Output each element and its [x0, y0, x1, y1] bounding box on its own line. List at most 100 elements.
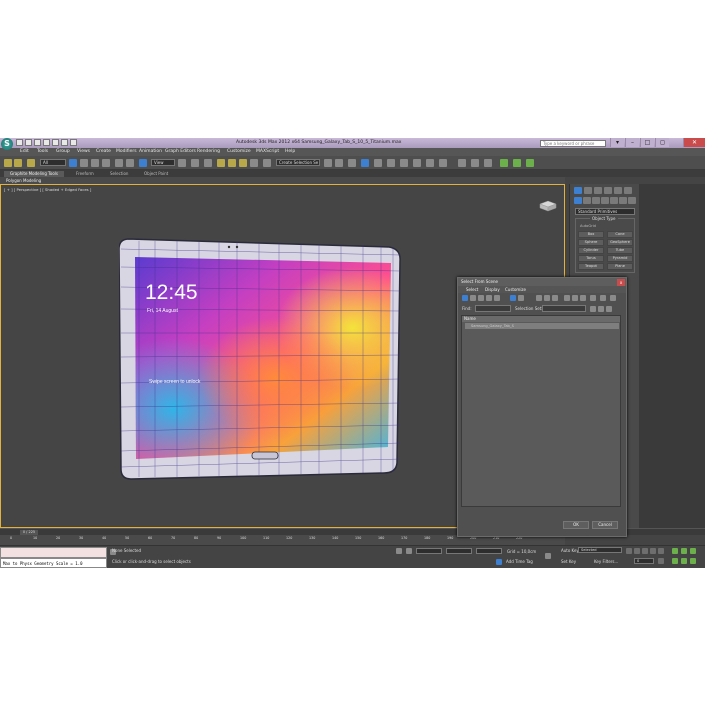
scale-icon[interactable] [139, 159, 147, 167]
tablet-model[interactable]: 12:45 Fri, 14 August Swipe screen to unl… [118, 237, 402, 480]
display-xrefs-icon[interactable] [536, 295, 542, 301]
selection-set-dropdown[interactable] [542, 305, 586, 312]
dialog-title[interactable]: Select From Scene [458, 278, 626, 286]
render-setup-icon[interactable] [413, 159, 421, 167]
set-key-button[interactable]: Set Key [561, 559, 576, 564]
menu-graph-editors[interactable]: Graph Editors [165, 149, 196, 154]
time-configuration-icon[interactable] [658, 558, 664, 564]
select-manipulate-icon[interactable] [191, 159, 199, 167]
sync-selection-icon[interactable] [590, 295, 596, 301]
maxscript-output[interactable]: Max to Physx Geometry Scale = 1.0 [0, 558, 107, 568]
z-coordinate-field[interactable] [476, 548, 502, 554]
teapot-render-icon[interactable] [458, 159, 466, 167]
delete-selection-set-icon[interactable] [606, 306, 612, 312]
select-all-icon[interactable] [564, 295, 570, 301]
display-shapes-icon[interactable] [470, 295, 476, 301]
mirror-icon[interactable] [324, 159, 332, 167]
field-of-view-icon[interactable] [672, 558, 678, 564]
menu-create[interactable]: Create [96, 149, 111, 154]
dialog-menu-display[interactable]: Display [485, 287, 500, 292]
select-none-icon[interactable] [572, 295, 578, 301]
menu-modifiers[interactable]: Modifiers [116, 149, 137, 154]
space-warps-icon[interactable] [619, 197, 627, 204]
unlink-icon[interactable] [14, 159, 22, 167]
box-button[interactable]: Box [578, 231, 604, 238]
zoom-extents-icon[interactable] [690, 548, 696, 554]
tube-button[interactable]: Tube [607, 247, 633, 254]
key-mode-dropdown[interactable]: Selected [578, 547, 622, 553]
cylinder-button[interactable]: Cylinder [578, 247, 604, 254]
options-icon[interactable] [610, 295, 616, 301]
select-link-icon[interactable] [4, 159, 12, 167]
cameras-icon[interactable] [601, 197, 609, 204]
activeshade-icon[interactable] [484, 159, 492, 167]
tab-selection[interactable]: Selection [104, 171, 134, 177]
plugin-icon-1[interactable] [500, 159, 508, 167]
undo-icon[interactable] [43, 139, 50, 146]
display-bones-icon[interactable] [544, 295, 550, 301]
cancel-button[interactable]: Cancel [592, 521, 618, 529]
percent-snap-icon[interactable] [239, 159, 247, 167]
shapes-icon[interactable] [583, 197, 591, 204]
tab-freeform[interactable]: Freeform [70, 171, 100, 177]
app-logo-icon[interactable]: S [1, 138, 13, 150]
create-selection-set-icon[interactable] [590, 306, 596, 312]
display-geometry-icon[interactable] [462, 295, 468, 301]
plugin-icon-2[interactable] [513, 159, 521, 167]
menu-animation[interactable]: Animation [139, 149, 162, 154]
menu-help[interactable]: Help [285, 149, 295, 154]
primitive-category-dropdown[interactable]: Standard Primitives [575, 208, 635, 215]
display-groups-icon[interactable] [518, 295, 524, 301]
open-file-icon[interactable] [25, 139, 32, 146]
next-frame-icon[interactable] [650, 548, 656, 554]
go-to-start-icon[interactable] [626, 548, 632, 554]
play-icon[interactable] [642, 548, 648, 554]
auto-key-button[interactable]: Auto Key [561, 548, 579, 553]
lock-selection-icon[interactable] [396, 548, 402, 554]
fetch-icon[interactable] [70, 139, 77, 146]
tab-graphite-modeling-tools[interactable]: Graphite Modeling Tools [4, 170, 65, 177]
select-invert-icon[interactable] [580, 295, 586, 301]
menu-maxscript[interactable]: MAXScript [256, 149, 279, 154]
maxscript-listener-top[interactable] [0, 547, 107, 558]
utilities-tab-icon[interactable] [624, 187, 632, 194]
motion-tab-icon[interactable] [604, 187, 612, 194]
dialog-close-button[interactable]: x [617, 278, 625, 286]
cone-button[interactable]: Cone [607, 231, 633, 238]
layer-manager-icon[interactable] [348, 159, 356, 167]
teapot-button[interactable]: Teapot [578, 263, 604, 270]
spinner-snap-icon[interactable] [250, 159, 258, 167]
menu-tools[interactable]: Tools [37, 149, 48, 154]
set-key-mode-icon[interactable] [545, 553, 551, 559]
go-to-end-icon[interactable] [658, 548, 664, 554]
hierarchy-tab-icon[interactable] [594, 187, 602, 194]
angle-snap-icon[interactable] [228, 159, 236, 167]
key-filters-button[interactable]: Key Filters... [594, 559, 618, 564]
menu-rendering[interactable]: Rendering [197, 149, 220, 154]
edit-named-selection-icon[interactable] [263, 159, 271, 167]
zoom-icon[interactable] [672, 548, 678, 554]
y-coordinate-field[interactable] [446, 548, 472, 554]
plugin-icon-3[interactable] [526, 159, 534, 167]
edit-selection-set-icon[interactable] [598, 306, 604, 312]
select-by-name-icon[interactable] [80, 159, 88, 167]
move-icon[interactable] [115, 159, 123, 167]
helpers-icon[interactable] [610, 197, 618, 204]
new-file-icon[interactable] [16, 139, 23, 146]
align-icon[interactable] [335, 159, 343, 167]
plane-button[interactable]: Plane [607, 263, 633, 270]
save-file-icon[interactable] [34, 139, 41, 146]
name-column-header[interactable]: Name [462, 316, 620, 322]
redo-icon[interactable] [52, 139, 59, 146]
rectangle-selection-icon[interactable] [91, 159, 99, 167]
window-crossing-icon[interactable] [102, 159, 110, 167]
info-center-icon[interactable]: ▾ [610, 138, 624, 147]
reference-coord-dropdown[interactable]: View [151, 159, 175, 166]
rotate-icon[interactable] [126, 159, 134, 167]
schematic-view-icon[interactable] [387, 159, 395, 167]
hold-icon[interactable] [61, 139, 68, 146]
snaps-toggle-icon[interactable] [217, 159, 225, 167]
add-time-tag-button[interactable]: Add Time Tag [506, 559, 533, 564]
select-object-icon[interactable] [69, 159, 77, 167]
ok-button[interactable]: OK [563, 521, 589, 529]
